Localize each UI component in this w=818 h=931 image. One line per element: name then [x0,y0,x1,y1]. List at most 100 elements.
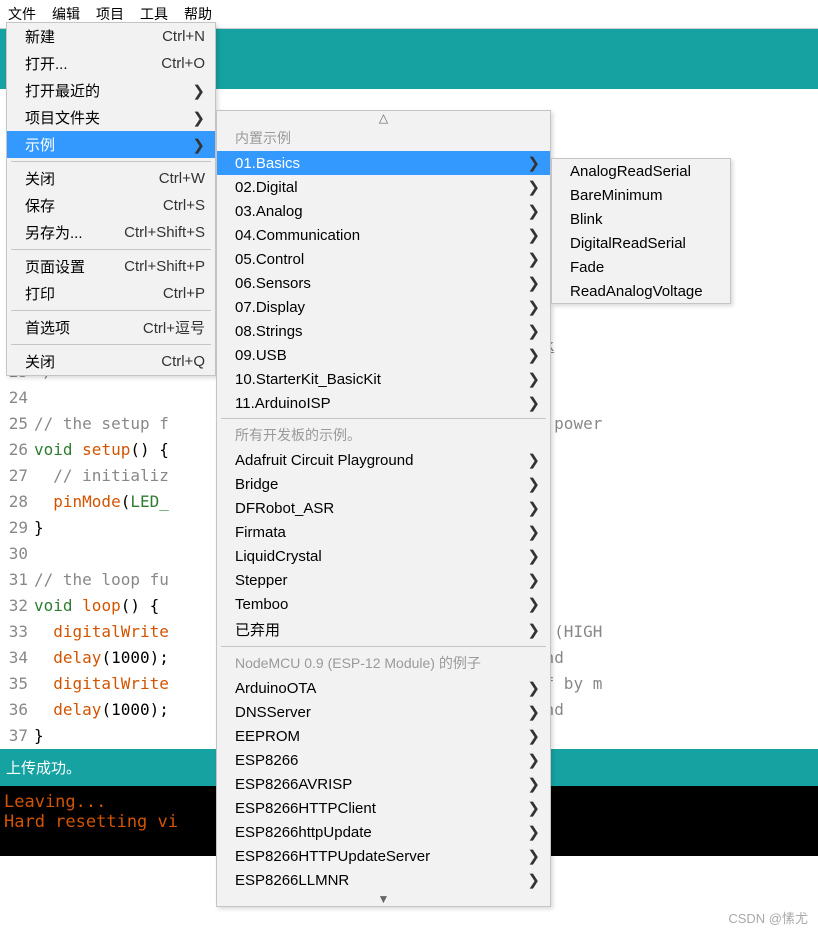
line-number: 24 [0,385,34,411]
menu-item[interactable]: ESP8266AVRISP❯ [217,772,550,796]
menu-item-label: 关闭 [25,351,145,372]
menu-item[interactable]: 项目文件夹❯ [7,104,215,131]
menu-item[interactable]: ESP8266HTTPUpdateServer❯ [217,844,550,868]
chevron-right-icon: ❯ [517,871,540,889]
menu-item[interactable]: ESP8266❯ [217,748,550,772]
menu-shortcut: Ctrl+P [147,285,205,302]
menu-item-label: 01.Basics [235,155,517,172]
menu-item[interactable]: Stepper❯ [217,568,550,592]
menu-item-label: ESP8266 [235,752,517,769]
chevron-right-icon: ❯ [517,298,540,316]
menu-item-label: 已弃用 [235,619,517,640]
menu-item[interactable]: 04.Communication❯ [217,223,550,247]
menu-item-label: 05.Control [235,251,517,268]
menu-separator [221,418,546,419]
scroll-up-icon[interactable]: △ [217,111,550,125]
chevron-right-icon: ❯ [517,679,540,697]
menu-item[interactable]: 08.Strings❯ [217,319,550,343]
menu-item-label: 09.USB [235,347,517,364]
chevron-right-icon: ❯ [517,595,540,613]
menu-item-label: 关闭 [25,168,143,189]
menu-item-label: 08.Strings [235,323,517,340]
menu-item[interactable]: 已弃用❯ [217,616,550,643]
chevron-right-icon: ❯ [517,799,540,817]
menu-item-label: ESP8266LLMNR [235,872,517,889]
menu-item-label: Adafruit Circuit Playground [235,452,517,469]
line-number: 31 [0,567,34,593]
menu-section-header: 所有开发板的示例。 [217,422,550,448]
menu-item-label: 07.Display [235,299,517,316]
menu-item[interactable]: 02.Digital❯ [217,175,550,199]
menu-item-label: DigitalReadSerial [570,235,720,252]
line-number: 30 [0,541,34,567]
menu-item-label: 新建 [25,26,146,47]
menu-item[interactable]: ESP8266httpUpdate❯ [217,820,550,844]
menu-separator [11,344,211,345]
menu-item[interactable]: DigitalReadSerial [552,231,730,255]
line-number: 37 [0,723,34,749]
menu-item[interactable]: 关闭Ctrl+Q [7,348,215,375]
menu-item-label: 打开最近的 [25,80,182,101]
menu-item[interactable]: AnalogReadSerial [552,159,730,183]
menu-item[interactable]: 示例❯ [7,131,215,158]
chevron-right-icon: ❯ [517,226,540,244]
menu-item-label: EEPROM [235,728,517,745]
menu-item[interactable]: 01.Basics❯ [217,151,550,175]
menu-item[interactable]: 03.Analog❯ [217,199,550,223]
menu-item[interactable]: ESP8266LLMNR❯ [217,868,550,892]
menu-item[interactable]: 页面设置Ctrl+Shift+P [7,253,215,280]
chevron-right-icon: ❯ [517,523,540,541]
menu-item[interactable]: ArduinoOTA❯ [217,676,550,700]
menu-item[interactable]: 保存Ctrl+S [7,192,215,219]
menu-item[interactable]: Adafruit Circuit Playground❯ [217,448,550,472]
chevron-right-icon: ❯ [517,154,540,172]
menu-item[interactable]: 新建Ctrl+N [7,23,215,50]
menu-separator [11,161,211,162]
menu-item[interactable]: Blink [552,207,730,231]
line-number: 35 [0,671,34,697]
menu-item[interactable]: ESP8266HTTPClient❯ [217,796,550,820]
menu-item[interactable]: 06.Sensors❯ [217,271,550,295]
chevron-right-icon: ❯ [517,727,540,745]
line-number: 26 [0,437,34,463]
menu-item[interactable]: 07.Display❯ [217,295,550,319]
status-text: 上传成功。 [6,760,81,777]
menu-item[interactable]: 打印Ctrl+P [7,280,215,307]
menu-item[interactable]: ReadAnalogVoltage [552,279,730,303]
menu-item[interactable]: LiquidCrystal❯ [217,544,550,568]
menu-item-label: BareMinimum [570,187,720,204]
menu-item[interactable]: 另存为...Ctrl+Shift+S [7,219,215,246]
menu-item[interactable]: EEPROM❯ [217,724,550,748]
menu-item-label: ESP8266httpUpdate [235,824,517,841]
menu-item-label: Blink [570,211,720,228]
menu-item[interactable]: DNSServer❯ [217,700,550,724]
code-text: } [34,723,44,749]
menu-item[interactable]: 关闭Ctrl+W [7,165,215,192]
menu-item-label: Stepper [235,572,517,589]
line-number: 25 [0,411,34,437]
chevron-right-icon: ❯ [517,346,540,364]
menu-item[interactable]: DFRobot_ASR❯ [217,496,550,520]
scroll-down-icon[interactable]: ▼ [217,892,550,906]
menu-item[interactable]: 打开...Ctrl+O [7,50,215,77]
menu-item[interactable]: Bridge❯ [217,472,550,496]
chevron-right-icon: ❯ [517,178,540,196]
menu-item[interactable]: 10.StarterKit_BasicKit❯ [217,367,550,391]
menu-item-label: Temboo [235,596,517,613]
menu-separator [11,249,211,250]
menu-item-label: 03.Analog [235,203,517,220]
menu-item[interactable]: BareMinimum [552,183,730,207]
menu-item[interactable]: Fade [552,255,730,279]
menu-item[interactable]: Temboo❯ [217,592,550,616]
menu-item[interactable]: 打开最近的❯ [7,77,215,104]
watermark: CSDN @愫尤 [728,908,808,927]
chevron-right-icon: ❯ [517,250,540,268]
chevron-right-icon: ❯ [517,547,540,565]
menu-item[interactable]: 09.USB❯ [217,343,550,367]
menu-item[interactable]: 05.Control❯ [217,247,550,271]
menu-item[interactable]: 11.ArduinoISP❯ [217,391,550,415]
menu-item[interactable]: 首选项Ctrl+逗号 [7,314,215,341]
menu-item-label: ESP8266HTTPUpdateServer [235,848,517,865]
code-text: pinMode(LED_ [34,489,169,515]
menu-item[interactable]: Firmata❯ [217,520,550,544]
